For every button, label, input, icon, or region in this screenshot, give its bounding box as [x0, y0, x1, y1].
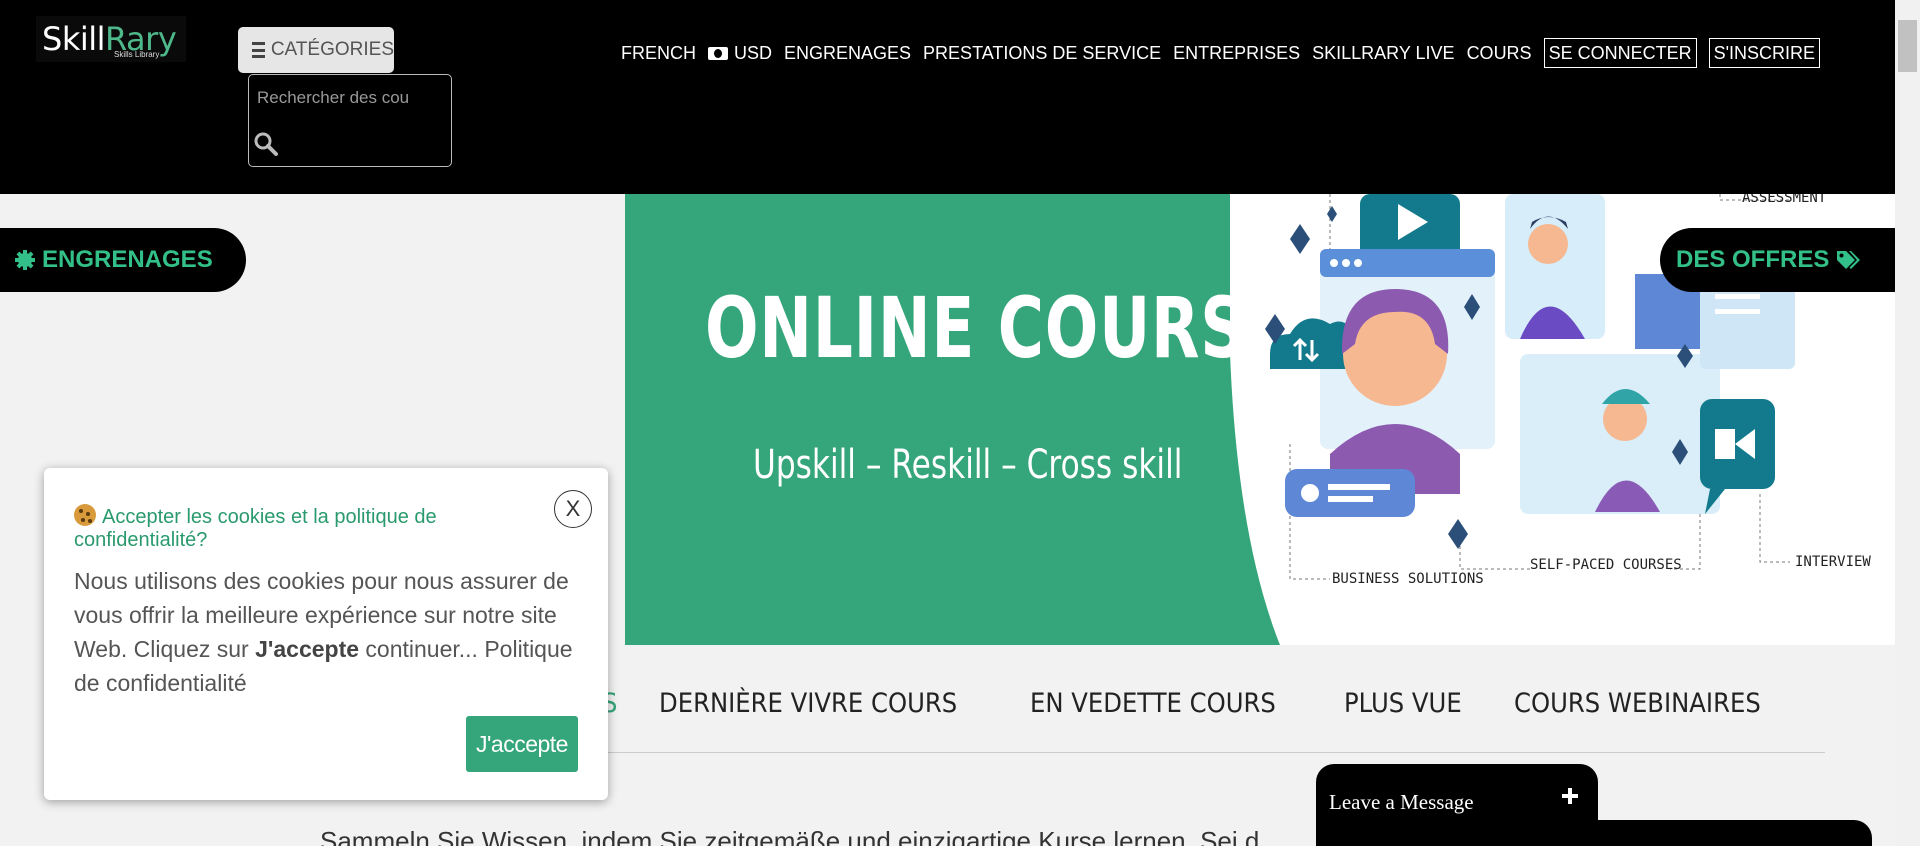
assessment-label: ASSESSMENT [1742, 194, 1827, 206]
self-paced-label: SELF-PACED COURSES [1530, 557, 1682, 573]
cookie-title-text: Accepter les cookies et la politique de … [74, 506, 437, 551]
cookie-icon [74, 504, 96, 526]
tab-featured-courses[interactable]: EN VEDETTE COURS [1030, 688, 1276, 719]
search-box [248, 74, 452, 167]
engrenages-tab-label: ENGRENAGES [42, 246, 213, 273]
cookie-message: Nous utilisons des cookies pour nous ass… [74, 564, 574, 700]
nav-enterprises[interactable]: ENTREPRISES [1173, 43, 1300, 64]
business-solutions-label: BUSINESS SOLUTIONS [1332, 571, 1484, 587]
login-button[interactable]: SE CONNECTER [1543, 38, 1697, 68]
cookie-consent-dialog: X Accepter les cookies et la politique d… [44, 468, 608, 800]
skillrary-logo[interactable]: SkillRary Skills Library [36, 16, 186, 62]
menu-icon [252, 42, 265, 58]
intro-text: Sammeln Sie Wissen, indem Sie zeitgemäße… [320, 826, 1260, 846]
nav-language[interactable]: FRENCH [621, 43, 696, 64]
close-icon[interactable]: X [554, 490, 592, 528]
tab-most-viewed[interactable]: PLUS VUE [1344, 688, 1462, 719]
nav-engrenages[interactable]: ENGRENAGES [784, 43, 911, 64]
plus-icon[interactable] [1560, 786, 1580, 806]
categories-label: CATÉGORIES [270, 39, 394, 60]
search-icon[interactable] [253, 131, 279, 157]
nav-currency[interactable]: USD [708, 43, 772, 64]
message-widget-label[interactable]: Leave a Message [1329, 790, 1474, 815]
categories-button[interactable]: CATÉGORIES [238, 27, 394, 73]
signup-button[interactable]: S'INSCRIRE [1708, 38, 1821, 68]
course-tabs: S DERNIÈRE VIVRE COURS EN VEDETTE COURS … [602, 688, 1789, 719]
offers-side-tab[interactable]: DES OFFRES [1660, 228, 1895, 292]
cookie-title: Accepter les cookies et la politique de … [74, 504, 514, 552]
tags-icon [1837, 251, 1861, 269]
tab-webinar-courses[interactable]: COURS WEBINAIRES [1514, 688, 1761, 719]
main-nav: FRENCH USD ENGRENAGES PRESTATIONS DE SER… [621, 38, 1821, 68]
course-tabs-divider [590, 752, 1825, 753]
interview-label: INTERVIEW [1795, 554, 1871, 570]
nav-services[interactable]: PRESTATIONS DE SERVICE [923, 43, 1161, 64]
engrenages-side-tab[interactable]: ENGRENAGES [0, 228, 246, 292]
top-header: SkillRary Skills Library CATÉGORIES FREN… [0, 0, 1895, 194]
gear-icon [15, 250, 35, 270]
cookie-message-bold: J'accepte [255, 636, 360, 662]
accept-cookies-button[interactable]: J'accepte [466, 716, 578, 772]
tab-latest-live-courses[interactable]: DERNIÈRE VIVRE COURS [659, 688, 957, 719]
offers-tab-label: DES OFFRES [1676, 246, 1830, 273]
search-input[interactable] [257, 85, 437, 111]
cash-icon [708, 46, 728, 60]
page-scrollbar[interactable] [1895, 0, 1920, 846]
banner-subtitle: Upskill – Reskill – Cross skill [753, 442, 1183, 488]
nav-currency-label: USD [734, 42, 773, 63]
nav-skillrary-live[interactable]: SKILLRARY LIVE [1312, 43, 1454, 64]
nav-courses[interactable]: COURS [1467, 43, 1532, 64]
logo-tagline: Skills Library [114, 50, 160, 59]
scrollbar-thumb[interactable] [1898, 20, 1917, 72]
